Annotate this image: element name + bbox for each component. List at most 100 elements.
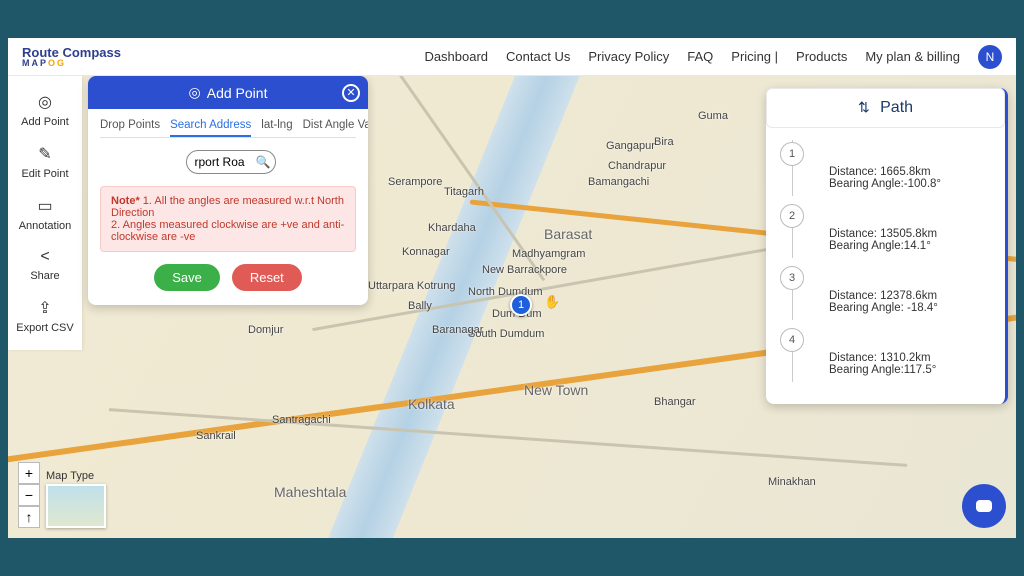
panel-tabs: Drop Points Search Address lat-lng Dist … <box>100 119 356 138</box>
nav-pricing[interactable]: Pricing | <box>731 49 778 64</box>
map-place-label: North Dumdum <box>468 286 543 298</box>
path-text: Distance: 1310.2kmBearing Angle:117.5° <box>792 338 936 382</box>
swap-icon: ⇅ <box>858 99 870 115</box>
map-place-label: Uttarpara Kotrung <box>368 280 455 292</box>
map-place-label: Konnagar <box>402 246 450 258</box>
map-place-label: Chandrapur <box>608 160 666 172</box>
top-nav: Dashboard Contact Us Privacy Policy FAQ … <box>424 45 1002 69</box>
path-bearing: Bearing Angle:-100.8° <box>829 178 941 190</box>
sidebar-item-edit-point[interactable]: ✎ Edit Point <box>8 138 82 186</box>
chat-button[interactable] <box>962 484 1006 528</box>
tab-drop-points[interactable]: Drop Points <box>100 119 160 131</box>
sidebar-item-export-csv[interactable]: ⇪ Export CSV <box>8 292 82 340</box>
workspace: SeramporeTitagarh Khardaha Konnagar Uttarpa… <box>8 76 1016 538</box>
map-place-label: Madhyamgram <box>512 248 585 260</box>
map-place-label: Santragachi <box>272 414 331 426</box>
nav-products[interactable]: Products <box>796 49 847 64</box>
path-item[interactable]: 4Distance: 1310.2kmBearing Angle:117.5° <box>780 328 991 382</box>
path-text: Distance: 1665.8kmBearing Angle:-100.8° <box>792 140 941 196</box>
path-text: Distance: 13505.8kmBearing Angle:14.1° <box>792 214 937 258</box>
path-item[interactable]: 2Distance: 13505.8kmBearing Angle:14.1° <box>780 204 991 258</box>
tab-search-address[interactable]: Search Address <box>170 119 251 137</box>
map-place-label: Sankrail <box>196 430 236 442</box>
sidebar-label: Annotation <box>19 220 72 232</box>
path-num: 2 <box>780 204 804 228</box>
nav-privacy[interactable]: Privacy Policy <box>588 49 669 64</box>
sidebar-label: Export CSV <box>16 322 73 334</box>
search-icon[interactable]: 🔍 <box>256 155 271 169</box>
map-place-label: Bamangachi <box>588 176 649 188</box>
path-text: Distance: 12378.6kmBearing Angle: -18.4° <box>792 276 938 320</box>
map-type-label: Map Type <box>46 470 106 482</box>
sidebar-left: ◎ Add Point ✎ Edit Point ▭ Annotation < … <box>8 76 82 350</box>
zoom-out-button[interactable]: − <box>18 484 40 506</box>
sidebar-label: Edit Point <box>21 168 68 180</box>
map-controls: + − ↑ Map Type <box>18 462 106 528</box>
sidebar-item-add-point[interactable]: ◎ Add Point <box>8 86 82 134</box>
map-place-label: Gangapur <box>606 140 655 152</box>
panel-header: ◎ Add Point ✕ <box>88 76 368 109</box>
path-distance: Distance: 13505.8km <box>829 228 937 240</box>
sidebar-label: Share <box>30 270 59 282</box>
path-bearing: Bearing Angle: -18.4° <box>829 302 938 314</box>
map-place-label: Baranagar <box>432 324 483 336</box>
nav-contact[interactable]: Contact Us <box>506 49 570 64</box>
message-icon: ▭ <box>37 196 52 216</box>
avatar[interactable]: N <box>978 45 1002 69</box>
path-distance: Distance: 1310.2km <box>829 352 936 364</box>
path-item[interactable]: 3Distance: 12378.6kmBearing Angle: -18.4… <box>780 266 991 320</box>
map-place-label: Bira <box>654 136 674 148</box>
path-list: 1Distance: 1665.8kmBearing Angle:-100.8°… <box>766 142 1005 404</box>
compass-button[interactable]: ↑ <box>18 506 40 528</box>
save-button[interactable]: Save <box>154 264 220 291</box>
map-place-label: Khardaha <box>428 222 476 234</box>
target-icon: ◎ <box>189 84 201 101</box>
sidebar-label: Add Point <box>21 116 69 128</box>
map-place-label: New Barrackpore <box>482 264 567 276</box>
reset-button[interactable]: Reset <box>232 264 302 291</box>
note-line-2: 2. Angles measured clockwise are +ve and… <box>111 219 344 243</box>
target-icon: ◎ <box>38 92 52 112</box>
topbar: Route Compass MAPOG Dashboard Contact Us… <box>8 38 1016 76</box>
map-place-label: Barasat <box>544 226 592 242</box>
path-panel: ⇅ Path 1Distance: 1665.8kmBearing Angle:… <box>766 88 1008 404</box>
path-bearing: Bearing Angle:117.5° <box>829 364 936 376</box>
map-place-label: Maheshtala <box>274 484 346 500</box>
sidebar-item-annotation[interactable]: ▭ Annotation <box>8 190 82 238</box>
map-place-label: Bhangar <box>654 396 696 408</box>
map-marker-1[interactable]: 1 <box>510 294 532 316</box>
map-place-label: Guma <box>698 110 728 122</box>
map-type-selector[interactable] <box>46 484 106 528</box>
nav-dashboard[interactable]: Dashboard <box>424 49 488 64</box>
map-place-label: Bally <box>408 300 432 312</box>
panel-title: Add Point <box>207 85 268 101</box>
map-place-label: New Town <box>524 382 588 398</box>
note-line-1: 1. All the angles are measured w.r.t Nor… <box>111 195 344 219</box>
nav-plan-billing[interactable]: My plan & billing <box>865 49 960 64</box>
path-distance: Distance: 1665.8km <box>829 166 941 178</box>
path-num: 3 <box>780 266 804 290</box>
sidebar-item-share[interactable]: < Share <box>8 242 82 288</box>
path-item[interactable]: 1Distance: 1665.8kmBearing Angle:-100.8° <box>780 142 991 196</box>
note-label: Note* <box>111 195 140 207</box>
map-place-label: Domjur <box>248 324 283 336</box>
hand-cursor-icon: ✋ <box>544 294 560 310</box>
nav-faq[interactable]: FAQ <box>687 49 713 64</box>
logo[interactable]: Route Compass MAPOG <box>22 46 121 68</box>
export-icon: ⇪ <box>38 298 51 318</box>
path-bearing: Bearing Angle:14.1° <box>829 240 937 252</box>
zoom-in-button[interactable]: + <box>18 462 40 484</box>
map-place-label: Serampore <box>388 176 442 188</box>
path-header: ⇅ Path <box>766 88 1005 128</box>
note-box: Note* 1. All the angles are measured w.r… <box>100 186 356 252</box>
map-place-label: Titagarh <box>444 186 484 198</box>
path-distance: Distance: 12378.6km <box>829 290 938 302</box>
share-icon: < <box>40 248 49 266</box>
path-num: 1 <box>780 142 804 166</box>
pencil-icon: ✎ <box>38 144 51 164</box>
close-icon[interactable]: ✕ <box>342 84 360 102</box>
tab-lat-lng[interactable]: lat-lng <box>261 119 292 131</box>
add-point-panel: ◎ Add Point ✕ Drop Points Search Address… <box>88 76 368 305</box>
tab-dist-angle[interactable]: Dist Angle Values <box>303 119 368 131</box>
map-place-label: Minakhan <box>768 476 816 488</box>
